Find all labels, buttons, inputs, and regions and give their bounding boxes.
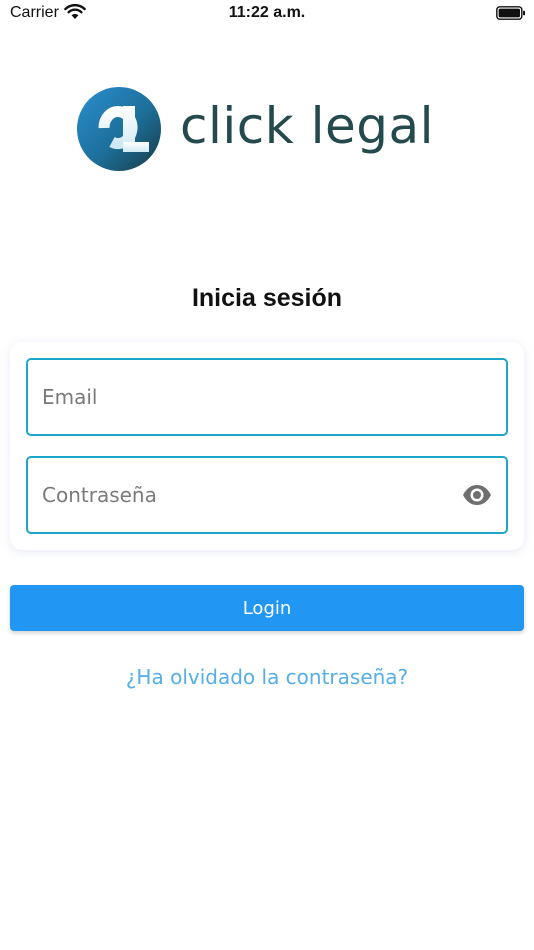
page-title: Inicia sesión bbox=[191, 284, 343, 312]
status-bar: Carrier 11:22 a.m. bbox=[0, 0, 534, 28]
email-field[interactable] bbox=[26, 358, 508, 436]
battery-icon bbox=[496, 6, 525, 20]
logo-mark-icon bbox=[77, 87, 161, 171]
forgot-password-link[interactable]: ¿Ha olvidado la contraseña? bbox=[0, 665, 534, 689]
password-field[interactable] bbox=[26, 456, 508, 534]
status-time: 11:22 a.m. bbox=[228, 4, 306, 21]
login-form-card bbox=[10, 342, 524, 550]
login-screen: Carrier 11:22 a.m. click legal Inicia se… bbox=[0, 0, 534, 950]
app-logo: click legal bbox=[76, 86, 476, 176]
login-button[interactable]: Login bbox=[10, 585, 524, 631]
password-input[interactable] bbox=[42, 458, 452, 532]
logo-text: click legal bbox=[180, 97, 435, 155]
email-input[interactable] bbox=[42, 360, 452, 434]
eye-icon[interactable] bbox=[462, 483, 492, 507]
